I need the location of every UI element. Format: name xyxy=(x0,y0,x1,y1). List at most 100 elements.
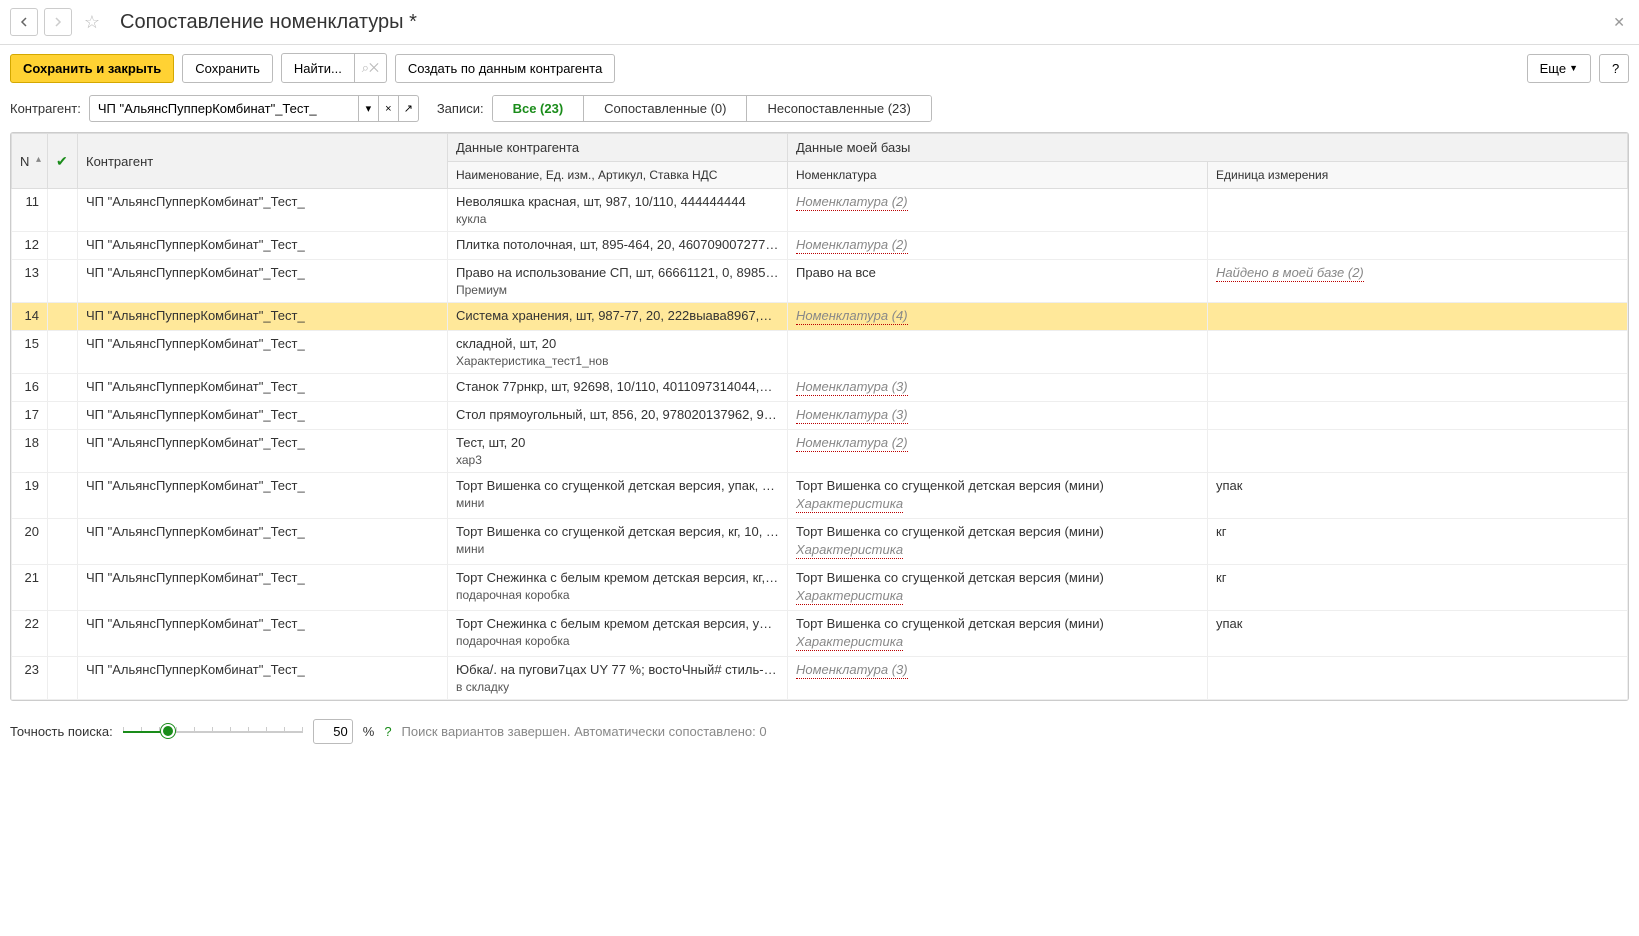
col-n-header[interactable]: N▴ xyxy=(12,134,48,189)
unit-link[interactable]: Найдено в моей базе (2) xyxy=(1216,265,1364,282)
clear-find-button[interactable]: ⌕✕ xyxy=(355,53,387,83)
cell-unit[interactable]: кг xyxy=(1208,565,1628,611)
cell-check[interactable] xyxy=(48,260,78,303)
cell-unit[interactable] xyxy=(1208,430,1628,473)
table-row[interactable]: 19ЧП "АльянсПупперКомбинат"_Тест_Торт Ви… xyxy=(12,473,1628,519)
close-button[interactable]: ✕ xyxy=(1609,10,1629,35)
cell-nomenclature[interactable]: Торт Вишенка со сгущенкой детская версия… xyxy=(788,473,1208,519)
cell-check[interactable] xyxy=(48,402,78,430)
nomenclature-link[interactable]: Номенклатура (3) xyxy=(796,407,908,424)
sort-icon: ▴ xyxy=(36,154,41,165)
col-contractor-sub-header[interactable]: Наименование, Ед. изм., Артикул, Ставка … xyxy=(448,162,788,189)
cell-nomenclature[interactable]: Номенклатура (2) xyxy=(788,189,1208,232)
contractor-label: Контрагент: xyxy=(10,101,81,116)
cell-nomenclature[interactable]: Торт Вишенка со сгущенкой детская версия… xyxy=(788,519,1208,565)
cell-contractor: ЧП "АльянсПупперКомбинат"_Тест_ xyxy=(78,565,448,611)
cell-nomenclature[interactable]: Номенклатура (3) xyxy=(788,657,1208,700)
save-close-button[interactable]: Сохранить и закрыть xyxy=(10,54,174,83)
table-row[interactable]: 14ЧП "АльянсПупперКомбинат"_Тест_Система… xyxy=(12,303,1628,331)
cell-check[interactable] xyxy=(48,657,78,700)
cell-nomenclature[interactable]: Номенклатура (4) xyxy=(788,303,1208,331)
nomenclature-link[interactable]: Номенклатура (3) xyxy=(796,662,908,679)
contractor-clear-button[interactable]: × xyxy=(379,95,399,122)
cell-nomenclature[interactable]: Торт Вишенка со сгущенкой детская версия… xyxy=(788,611,1208,657)
table-row[interactable]: 20ЧП "АльянсПупперКомбинат"_Тест_Торт Ви… xyxy=(12,519,1628,565)
cell-nomenclature[interactable] xyxy=(788,331,1208,374)
nomenclature-link[interactable]: Номенклатура (2) xyxy=(796,435,908,452)
save-button[interactable]: Сохранить xyxy=(182,54,273,83)
cell-check[interactable] xyxy=(48,232,78,260)
cell-unit[interactable] xyxy=(1208,657,1628,700)
col-nomenclature-header[interactable]: Номенклатура xyxy=(788,162,1208,189)
more-button[interactable]: Еще▼ xyxy=(1527,54,1591,83)
table-row[interactable]: 23ЧП "АльянсПупперКомбинат"_Тест_Юбка/. … xyxy=(12,657,1628,700)
col-contractor-header[interactable]: Контрагент xyxy=(78,134,448,189)
table-row[interactable]: 13ЧП "АльянсПупперКомбинат"_Тест_Право н… xyxy=(12,260,1628,303)
col-unit-header[interactable]: Единица измерения xyxy=(1208,162,1628,189)
cell-nomenclature[interactable]: Номенклатура (3) xyxy=(788,402,1208,430)
cell-unit[interactable] xyxy=(1208,232,1628,260)
cell-unit[interactable] xyxy=(1208,402,1628,430)
nav-forward-button[interactable] xyxy=(44,8,72,36)
cell-unit[interactable] xyxy=(1208,303,1628,331)
characteristic-link[interactable]: Характеристика xyxy=(796,634,903,651)
cell-check[interactable] xyxy=(48,331,78,374)
nomenclature-link[interactable]: Номенклатура (2) xyxy=(796,237,908,254)
cell-unit[interactable]: упак xyxy=(1208,473,1628,519)
tab-unmatched[interactable]: Несопоставленные (23) xyxy=(747,96,930,121)
col-contractor-data-header[interactable]: Данные контрагента xyxy=(448,134,788,162)
precision-help-icon[interactable]: ? xyxy=(384,724,391,739)
col-check-header[interactable]: ✔ xyxy=(48,134,78,189)
characteristic-link[interactable]: Характеристика xyxy=(796,496,903,513)
cell-nomenclature[interactable]: Торт Вишенка со сгущенкой детская версия… xyxy=(788,565,1208,611)
characteristic-link[interactable]: Характеристика xyxy=(796,542,903,559)
characteristic-link[interactable]: Характеристика xyxy=(796,588,903,605)
cell-n: 17 xyxy=(12,402,48,430)
favorite-button[interactable]: ☆ xyxy=(78,8,106,36)
table-row[interactable]: 17ЧП "АльянсПупперКомбинат"_Тест_Стол пр… xyxy=(12,402,1628,430)
cell-check[interactable] xyxy=(48,611,78,657)
cell-check[interactable] xyxy=(48,189,78,232)
table-row[interactable]: 18ЧП "АльянсПупперКомбинат"_Тест_Тест, ш… xyxy=(12,430,1628,473)
tab-all[interactable]: Все (23) xyxy=(493,96,585,121)
cell-check[interactable] xyxy=(48,473,78,519)
find-button[interactable]: Найти... xyxy=(281,53,355,83)
cell-check[interactable] xyxy=(48,565,78,611)
table-row[interactable]: 16ЧП "АльянсПупперКомбинат"_Тест_Станок … xyxy=(12,374,1628,402)
help-button[interactable]: ? xyxy=(1599,54,1629,83)
cell-unit[interactable]: кг xyxy=(1208,519,1628,565)
cell-contractor: ЧП "АльянсПупперКомбинат"_Тест_ xyxy=(78,611,448,657)
tab-matched[interactable]: Сопоставленные (0) xyxy=(584,96,747,121)
precision-input[interactable] xyxy=(313,719,353,744)
cell-unit[interactable]: Найдено в моей базе (2) xyxy=(1208,260,1628,303)
cell-contractor: ЧП "АльянсПупперКомбинат"_Тест_ xyxy=(78,303,448,331)
precision-slider[interactable] xyxy=(123,731,303,733)
col-my-data-header[interactable]: Данные моей базы xyxy=(788,134,1628,162)
contractor-open-button[interactable]: ↗ xyxy=(399,95,419,122)
cell-nomenclature[interactable]: Право на все xyxy=(788,260,1208,303)
cell-check[interactable] xyxy=(48,374,78,402)
cell-unit[interactable] xyxy=(1208,331,1628,374)
table-row[interactable]: 12ЧП "АльянсПупперКомбинат"_Тест_Плитка … xyxy=(12,232,1628,260)
table-row[interactable]: 11ЧП "АльянсПупперКомбинат"_Тест_Неволяш… xyxy=(12,189,1628,232)
nomenclature-link[interactable]: Номенклатура (3) xyxy=(796,379,908,396)
cell-nomenclature[interactable]: Номенклатура (2) xyxy=(788,232,1208,260)
cell-nomenclature[interactable]: Номенклатура (2) xyxy=(788,430,1208,473)
cell-unit[interactable]: упак xyxy=(1208,611,1628,657)
cell-unit[interactable] xyxy=(1208,189,1628,232)
create-from-button[interactable]: Создать по данным контрагента xyxy=(395,54,616,83)
cell-check[interactable] xyxy=(48,430,78,473)
table-row[interactable]: 21ЧП "АльянсПупперКомбинат"_Тест_Торт Сн… xyxy=(12,565,1628,611)
nomenclature-link[interactable]: Номенклатура (2) xyxy=(796,194,908,211)
cell-check[interactable] xyxy=(48,303,78,331)
nav-back-button[interactable] xyxy=(10,8,38,36)
cell-check[interactable] xyxy=(48,519,78,565)
cell-nomenclature[interactable]: Номенклатура (3) xyxy=(788,374,1208,402)
cell-unit[interactable] xyxy=(1208,374,1628,402)
contractor-dropdown-button[interactable]: ▾ xyxy=(359,95,379,122)
clear-find-icon: ⌕✕ xyxy=(362,60,379,75)
table-row[interactable]: 15ЧП "АльянсПупперКомбинат"_Тест_складно… xyxy=(12,331,1628,374)
nomenclature-link[interactable]: Номенклатура (4) xyxy=(796,308,908,325)
table-row[interactable]: 22ЧП "АльянсПупперКомбинат"_Тест_Торт Сн… xyxy=(12,611,1628,657)
contractor-input[interactable] xyxy=(89,95,359,122)
